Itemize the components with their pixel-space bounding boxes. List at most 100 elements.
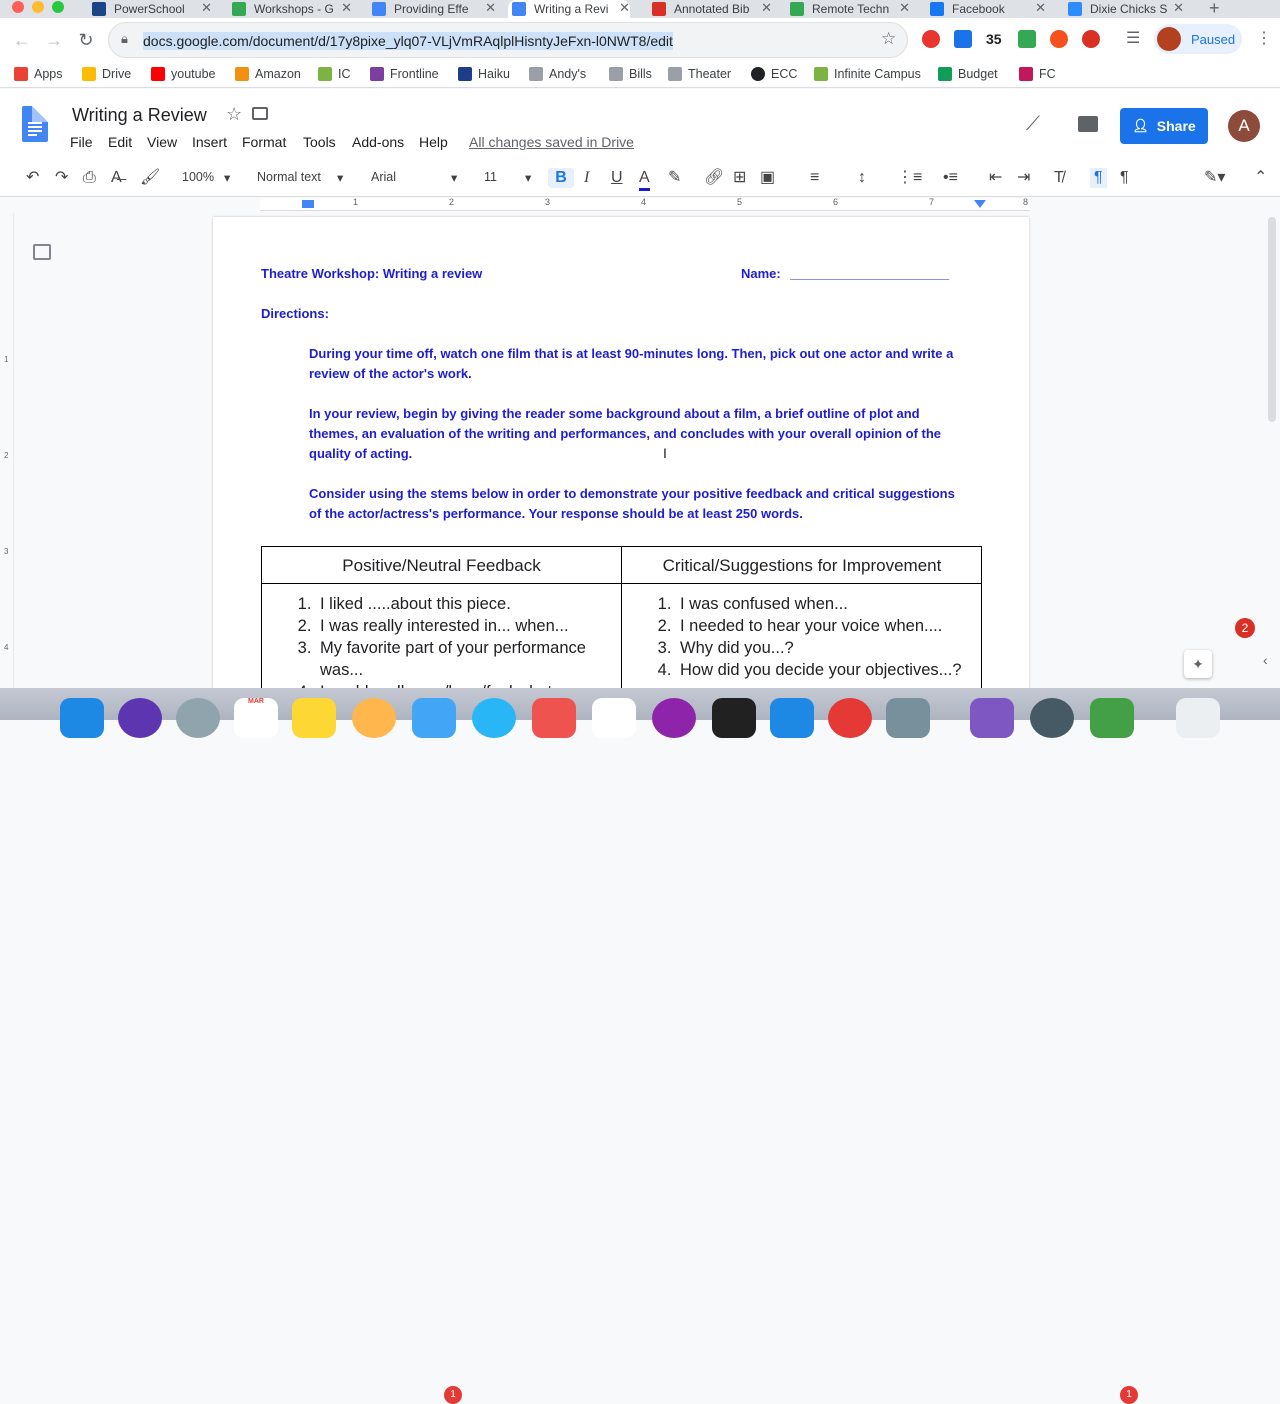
browser-tab-providing[interactable]: Providing Effe ✕ [372,0,496,18]
music-icon[interactable] [592,698,636,738]
reload-icon[interactable]: ↻ [74,28,98,52]
close-tab-icon[interactable]: ✕ [485,0,496,16]
close-tab-icon[interactable]: ✕ [341,0,352,16]
browser-tab-annotated[interactable]: Annotated Bib ✕ [652,0,772,18]
bookmark-haiku[interactable]: Haiku [458,67,510,81]
bookmark-ic[interactable]: IC [318,67,351,81]
menu-insert[interactable]: Insert [192,134,227,150]
close-tab-icon[interactable]: ✕ [619,0,630,16]
star-icon[interactable]: ☆ [226,104,242,125]
siri-icon[interactable] [118,698,162,738]
chrome-menu-icon[interactable]: ⋮ [1256,28,1272,48]
document-page[interactable]: Theatre Workshop: Writing a review Name:… [213,217,1029,706]
menu-view[interactable]: View [147,134,177,150]
news-icon[interactable] [532,698,576,738]
bookmark-andys[interactable]: Andy's [529,67,586,81]
mail-icon[interactable] [412,698,456,738]
extension-badge-count[interactable]: 35 [986,31,1002,47]
zoom-select[interactable]: 100% [182,170,214,184]
insert-image-icon[interactable]: ▣ [760,168,775,188]
profile-paused-button[interactable]: Paused [1154,24,1242,54]
forward-icon[interactable]: → [42,28,66,52]
save-status-link[interactable]: All changes saved in Drive [469,134,634,150]
finder-icon[interactable] [60,698,104,738]
print-icon[interactable]: ⎙ [83,168,96,188]
chevron-down-icon[interactable]: ▾ [451,170,457,185]
new-tab-icon[interactable]: + [1209,0,1220,19]
clear-formatting-icon[interactable]: T̸ [1054,168,1064,188]
bookmark-drive[interactable]: Drive [82,67,131,81]
bookmark-fc[interactable]: FC [1019,67,1056,81]
menu-help[interactable]: Help [419,134,448,150]
notes-icon[interactable] [292,698,336,738]
add-comment-icon[interactable]: ⊞ [733,168,746,188]
close-tab-icon[interactable]: ✕ [1173,0,1184,16]
explore-icon[interactable]: ✦ [1184,650,1212,678]
launchpad-icon[interactable] [176,698,220,738]
bookmark-theater[interactable]: Theater [668,67,731,81]
app-store-icon[interactable] [770,698,814,738]
bookmark-star-icon[interactable]: ☆ [881,29,896,49]
address-bar[interactable]: 🔒︎ docs.google.com/document/d/17y8pixe_y… [108,22,908,58]
underline-icon[interactable]: U [611,168,623,188]
close-tab-icon[interactable]: ✕ [761,0,772,16]
horizontal-ruler[interactable]: 1 2 3 4 5 6 7 8 [0,197,1280,213]
vertical-ruler[interactable]: 1 2 3 4 [0,213,14,688]
calendar-icon[interactable]: MAR [234,698,278,738]
chevron-down-icon[interactable]: ▾ [224,170,230,185]
chevron-up-icon[interactable]: ⌃ [1254,168,1267,188]
upload-extension-icon[interactable] [1082,30,1100,48]
messages-icon[interactable] [1090,698,1134,738]
reading-list-icon[interactable]: ☰ [1126,28,1140,48]
bookmark-infinite-campus[interactable]: Infinite Campus [814,67,921,81]
chevron-down-icon[interactable]: ▾ [525,170,531,185]
zoom-window-icon[interactable] [52,1,64,13]
bookmark-apps[interactable]: Apps [14,67,63,81]
line-spacing-icon[interactable]: ↕ [858,168,866,188]
safari-icon[interactable] [472,698,516,738]
menu-format[interactable]: Format [242,134,286,150]
close-window-icon[interactable] [12,1,24,13]
podcasts-icon[interactable] [652,698,696,738]
editing-mode-icon[interactable]: ✎▾ [1204,168,1225,188]
redo-icon[interactable]: ↷ [55,168,68,188]
document-outline-icon[interactable] [33,244,51,260]
font-size-select[interactable]: 11 [484,170,497,184]
font-select[interactable]: Arial [371,170,396,184]
menu-edit[interactable]: Edit [108,134,132,150]
browser-tab-workshops[interactable]: Workshops - G ✕ [232,0,352,18]
spellcheck-icon[interactable]: A̶ [111,168,122,188]
share-button[interactable]: 👤︎ Share [1120,108,1208,144]
style-select[interactable]: Normal text [257,170,321,184]
trash-icon[interactable] [1176,698,1220,738]
ltr-text-icon[interactable]: ¶ [1090,168,1107,188]
decrease-indent-icon[interactable]: ⇤ [989,168,1002,188]
system-preferences-icon[interactable] [886,698,930,738]
chrome-icon[interactable] [828,698,872,738]
indent-marker-icon[interactable] [302,200,314,208]
right-indent-marker-icon[interactable] [974,200,986,208]
move-folder-icon[interactable] [252,107,268,120]
bookmark-amazon[interactable]: Amazon [235,67,301,81]
imovie-icon[interactable] [970,698,1014,738]
back-icon[interactable]: ← [10,28,34,52]
paint-format-icon[interactable]: 🖌︎ [140,168,160,188]
bold-icon[interactable]: B [548,168,574,188]
browser-tab-dixie[interactable]: Dixie Chicks S ✕ [1068,0,1184,18]
chevron-down-icon[interactable]: ▾ [337,170,343,185]
google-docs-logo-icon[interactable] [22,106,48,142]
italic-icon[interactable]: I [584,168,589,188]
vertical-scrollbar[interactable] [1268,217,1276,422]
browser-tab-facebook[interactable]: Facebook ✕ [930,0,1046,18]
browser-tab-remote[interactable]: Remote Techn ✕ [790,0,910,18]
close-tab-icon[interactable]: ✕ [201,0,212,16]
screenshot-extension-icon[interactable] [954,30,972,48]
minimize-window-icon[interactable] [32,1,44,13]
undo-icon[interactable]: ↶ [26,168,39,188]
opera-extension-icon[interactable] [922,30,940,48]
bookmark-frontline[interactable]: Frontline [370,67,439,81]
classroom-extension-icon[interactable] [1018,30,1036,48]
quicktime-icon[interactable] [1030,698,1074,738]
bookmark-budget[interactable]: Budget [938,67,998,81]
bookmark-youtube[interactable]: youtube [151,67,215,81]
